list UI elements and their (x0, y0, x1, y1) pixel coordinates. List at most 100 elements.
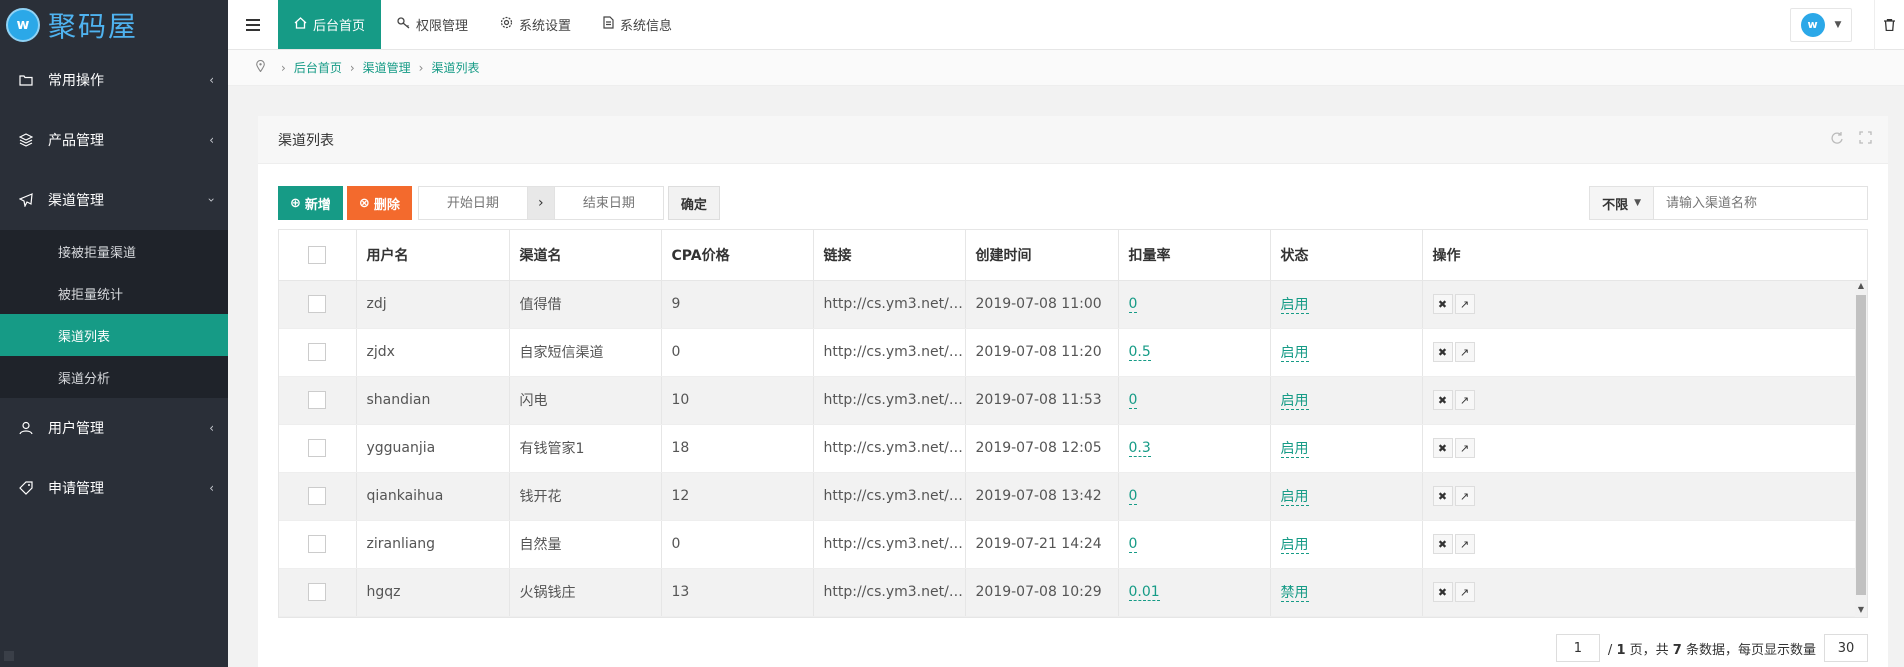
end-date-input[interactable] (553, 186, 664, 220)
cell-status: 启用 (1270, 424, 1423, 473)
column-header[interactable]: 用户名 (356, 230, 510, 281)
sidebar-item-users[interactable]: 用户管理 ‹ (0, 398, 228, 458)
edit-icon[interactable]: ↗ (1454, 534, 1475, 554)
close-icon[interactable]: ✖ (1432, 486, 1453, 506)
deduct-rate-editable[interactable]: 0.01 (1128, 584, 1160, 601)
close-icon[interactable]: ✖ (1432, 390, 1453, 410)
row-checkbox[interactable] (308, 535, 327, 553)
sidebar-subitem-rejected-channels[interactable]: 接被拒量渠道 (0, 230, 228, 272)
sidebar-item-applications[interactable]: 申请管理 ‹ (0, 458, 228, 518)
tab-home[interactable]: 后台首页 (278, 0, 382, 49)
search-input[interactable] (1654, 186, 1868, 220)
chevron-left-icon: ‹ (209, 421, 214, 435)
row-checkbox[interactable] (308, 487, 327, 505)
panel-header: 渠道列表 (258, 116, 1888, 164)
row-checkbox[interactable] (308, 439, 327, 457)
edit-icon[interactable]: ↗ (1454, 294, 1475, 314)
edit-icon[interactable]: ↗ (1454, 390, 1475, 410)
status-toggle[interactable]: 启用 (1280, 297, 1309, 314)
status-filter-select[interactable]: 不限 ▼ (1589, 186, 1654, 220)
total-items: 7 (1672, 642, 1682, 658)
add-button-label: 新增 (304, 197, 331, 213)
edit-icon[interactable]: ↗ (1454, 438, 1475, 458)
tab-permissions[interactable]: 权限管理 (381, 0, 484, 49)
deduct-rate-editable[interactable]: 0 (1128, 536, 1138, 553)
status-toggle[interactable]: 启用 (1280, 489, 1309, 506)
user-menu-button[interactable]: w ▼ (1790, 7, 1852, 42)
breadcrumb-home[interactable]: 后台首页 (294, 59, 342, 76)
delete-button[interactable]: ⊗ 删除 (346, 186, 412, 220)
page-number-input[interactable] (1555, 634, 1600, 662)
edit-icon[interactable]: ↗ (1454, 342, 1475, 362)
status-toggle[interactable]: 禁用 (1280, 585, 1309, 602)
scroll-down-icon[interactable]: ▼ (1855, 605, 1867, 617)
row-checkbox[interactable] (308, 343, 327, 361)
chevron-down-icon: › (204, 197, 219, 203)
tab-system-info[interactable]: 系统信息 (587, 0, 688, 49)
sidebar-item-products[interactable]: 产品管理 ‹ (0, 110, 228, 170)
channels-submenu: 接被拒量渠道 被拒量统计 渠道列表 渠道分析 (0, 230, 228, 398)
row-checkbox[interactable] (308, 583, 327, 601)
edit-icon[interactable]: ↗ (1454, 582, 1475, 602)
deduct-rate-editable[interactable]: 0.3 (1128, 440, 1151, 457)
row-checkbox[interactable] (308, 295, 327, 313)
cell-user: shandian (356, 376, 510, 425)
breadcrumb-separator: › (281, 60, 286, 75)
trash-icon[interactable] (1874, 0, 1904, 50)
page-size-input[interactable] (1824, 634, 1868, 662)
cell-created: 2019-07-21 14:24 (965, 520, 1119, 569)
tab-settings[interactable]: 系统设置 (484, 0, 587, 49)
sidebar-item-common[interactable]: 常用操作 ‹ (0, 50, 228, 110)
start-date-input[interactable] (417, 186, 528, 220)
close-icon[interactable]: ✖ (1432, 582, 1453, 602)
edit-icon[interactable]: ↗ (1454, 486, 1475, 506)
cell-user: qiankaihua (356, 472, 510, 521)
send-icon (18, 192, 34, 208)
fullscreen-icon[interactable] (1859, 131, 1872, 148)
column-header[interactable]: 渠道名 (509, 230, 662, 281)
cell-created: 2019-07-08 11:00 (965, 280, 1119, 329)
status-toggle[interactable]: 启用 (1280, 345, 1309, 362)
column-header[interactable]: 扣量率 (1118, 230, 1271, 281)
select-all-checkbox[interactable] (308, 245, 327, 264)
column-header[interactable]: CPA价格 (661, 230, 814, 281)
status-toggle[interactable]: 启用 (1280, 537, 1309, 554)
refresh-icon[interactable] (1830, 131, 1843, 148)
cell-link: http://cs.ym3.net/h5/c... (813, 328, 966, 377)
column-header[interactable]: 创建时间 (965, 230, 1119, 281)
menu-icon[interactable] (228, 0, 278, 49)
deduct-rate-editable[interactable]: 0 (1128, 488, 1138, 505)
close-icon[interactable]: ✖ (1432, 438, 1453, 458)
sidebar-footer-handle[interactable] (4, 651, 14, 661)
tag-icon (18, 480, 34, 496)
close-icon[interactable]: ✖ (1432, 534, 1453, 554)
sidebar-item-channels[interactable]: 渠道管理 › (0, 170, 228, 230)
add-button[interactable]: ⊕ 新增 (278, 186, 343, 220)
breadcrumb-channels[interactable]: 渠道管理 (363, 59, 411, 76)
close-icon[interactable]: ✖ (1432, 294, 1453, 314)
cell-link: http://cs.ym3.net/h5/c... (813, 376, 966, 425)
column-header[interactable]: 链接 (813, 230, 966, 281)
scroll-thumb[interactable] (1856, 295, 1866, 595)
sidebar-item-label: 产品管理 (48, 133, 104, 149)
deduct-rate-editable[interactable]: 0 (1128, 392, 1138, 409)
logo[interactable]: w 聚码屋 (0, 0, 228, 50)
cell-user: ygguanjia (356, 424, 510, 473)
deduct-rate-editable[interactable]: 0 (1128, 296, 1138, 313)
table-row: ziranliang 自然量 0 http://cs.ym3.net/h5/c.… (279, 520, 1867, 569)
close-icon[interactable]: ✖ (1432, 342, 1453, 362)
status-toggle[interactable]: 启用 (1280, 393, 1309, 410)
status-toggle[interactable]: 启用 (1280, 441, 1309, 458)
scroll-up-icon[interactable]: ▲ (1855, 281, 1867, 293)
pagination: / 1 页，共 7 条数据，每页显示数量 (278, 634, 1868, 662)
sidebar-subitem-channel-list[interactable]: 渠道列表 (0, 314, 228, 356)
row-checkbox[interactable] (308, 391, 327, 409)
sidebar-subitem-rejected-stats[interactable]: 被拒量统计 (0, 272, 228, 314)
row-select-cell (279, 328, 357, 377)
deduct-rate-editable[interactable]: 0.5 (1128, 344, 1151, 361)
column-header[interactable]: 状态 (1270, 230, 1423, 281)
table-scrollbar[interactable]: ▲ ▼ (1855, 281, 1867, 617)
confirm-button[interactable]: 确定 (667, 186, 720, 220)
sidebar-subitem-channel-analysis[interactable]: 渠道分析 (0, 356, 228, 398)
breadcrumb-channel-list[interactable]: 渠道列表 (431, 59, 479, 76)
